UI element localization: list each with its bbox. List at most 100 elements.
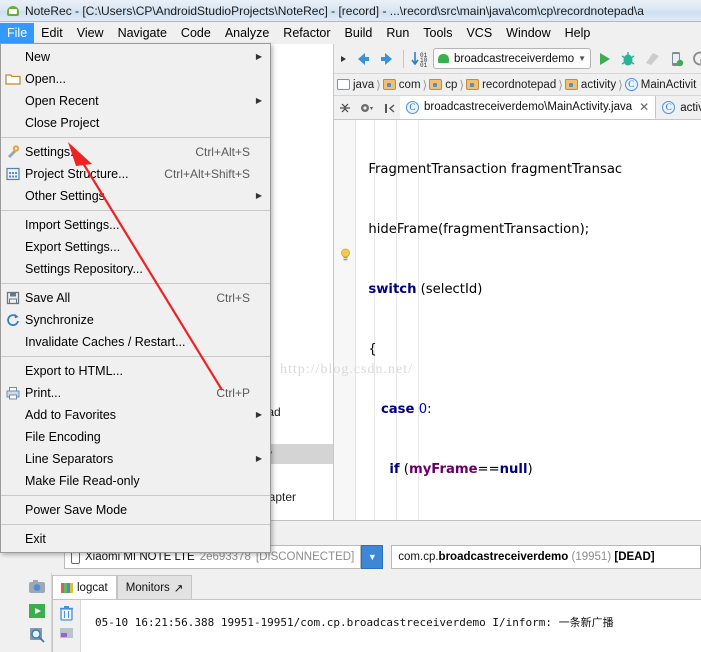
- rerun-icon[interactable]: [689, 48, 701, 70]
- menu-item-print[interactable]: Print... Ctrl+P: [1, 382, 270, 404]
- external-link-icon: ↗: [174, 581, 184, 595]
- arrow-left-icon[interactable]: [352, 48, 374, 70]
- menu-vcs[interactable]: VCS: [459, 23, 499, 43]
- breadcrumb-label: java: [353, 79, 374, 91]
- breadcrumb-item-java[interactable]: java: [337, 79, 374, 91]
- menu-item-settings-repository[interactable]: Settings Repository...: [1, 258, 270, 280]
- menu-item-export-settings[interactable]: Export Settings...: [1, 236, 270, 258]
- svg-text:01: 01: [420, 62, 428, 69]
- android-robot-icon: [437, 52, 450, 65]
- menu-edit[interactable]: Edit: [34, 23, 70, 43]
- menu-item-label: Power Save Mode: [25, 503, 127, 517]
- run-configuration-selector[interactable]: broadcastreceiverdemo ▼: [433, 48, 591, 69]
- window-title: NoteRec - [C:\Users\CP\AndroidStudioProj…: [25, 4, 644, 18]
- editor-tab-activity[interactable]: C activity: [656, 96, 701, 119]
- layout-inspector-icon[interactable]: [27, 625, 47, 645]
- menu-item-save-all[interactable]: Save All Ctrl+S: [1, 287, 270, 309]
- menu-item-label: Export Settings...: [25, 240, 120, 254]
- menu-tools[interactable]: Tools: [416, 23, 459, 43]
- menu-item-other-settings[interactable]: Other Settings ▶: [1, 185, 270, 207]
- breadcrumb-item-com[interactable]: com: [383, 79, 421, 91]
- sort-numeric-icon[interactable]: 01 10 01: [409, 48, 431, 70]
- tab-logcat[interactable]: logcat: [52, 575, 117, 599]
- monitor-tab-bar: logcat Monitors ↗: [52, 573, 701, 599]
- menu-run[interactable]: Run: [379, 23, 416, 43]
- attach-debugger-icon[interactable]: [665, 48, 687, 70]
- breadcrumb-separator-icon: ⟩: [423, 78, 428, 92]
- menu-file[interactable]: File: [0, 23, 34, 43]
- menu-code[interactable]: Code: [174, 23, 218, 43]
- menu-item-make-file-read-only[interactable]: Make File Read-only: [1, 470, 270, 492]
- menu-view[interactable]: View: [70, 23, 111, 43]
- chevron-down-icon[interactable]: ▼: [361, 545, 383, 569]
- screen-record-play-icon[interactable]: [27, 601, 47, 621]
- settings-gear-icon[interactable]: [356, 96, 378, 119]
- lightbulb-intention-icon[interactable]: [340, 248, 351, 261]
- menu-analyze[interactable]: Analyze: [218, 23, 276, 43]
- menu-item-invalidate-caches[interactable]: Invalidate Caches / Restart...: [1, 331, 270, 353]
- menu-item-export-to-html[interactable]: Export to HTML...: [1, 360, 270, 382]
- menu-item-synchronize[interactable]: Synchronize: [1, 309, 270, 331]
- menu-build[interactable]: Build: [338, 23, 380, 43]
- breadcrumb-item-mainactivity[interactable]: C MainActivit: [625, 78, 697, 91]
- menu-item-new[interactable]: New ▶: [1, 46, 270, 68]
- menu-refactor[interactable]: Refactor: [276, 23, 337, 43]
- menu-item-line-separators[interactable]: Line Separators ▶: [1, 448, 270, 470]
- code-line: {: [356, 340, 701, 360]
- screenshot-camera-icon[interactable]: [27, 577, 47, 597]
- run-play-icon[interactable]: [593, 48, 615, 70]
- log-entry: 05-10 16:21:56.388 19951-19951/com.cp.br…: [95, 614, 614, 630]
- menu-item-file-encoding[interactable]: File Encoding: [1, 426, 270, 448]
- menu-item-label: Exit: [25, 532, 46, 546]
- menu-item-open[interactable]: Open...: [1, 68, 270, 90]
- menu-item-settings[interactable]: Settings... Ctrl+Alt+S: [1, 141, 270, 163]
- menu-item-import-settings[interactable]: Import Settings...: [1, 214, 270, 236]
- breadcrumb-item-cp[interactable]: cp: [429, 79, 457, 91]
- tab-label: Monitors: [126, 582, 170, 594]
- run-coverage-icon[interactable]: [641, 48, 663, 70]
- menu-navigate[interactable]: Navigate: [111, 23, 174, 43]
- file-menu-dropdown: New ▶ Open... Open Recent ▶ Close Projec…: [0, 43, 271, 553]
- scroll-end-icon[interactable]: [59, 626, 74, 642]
- menu-window[interactable]: Window: [499, 23, 557, 43]
- debug-bug-icon[interactable]: [617, 48, 639, 70]
- tab-monitors[interactable]: Monitors ↗: [117, 575, 193, 599]
- code-line: if (myFrame==null): [356, 460, 701, 480]
- logcat-output[interactable]: 05-10 16:21:56.388 19951-19951/com.cp.br…: [52, 599, 701, 652]
- collapse-all-icon[interactable]: [378, 96, 400, 119]
- menu-item-exit[interactable]: Exit: [1, 528, 270, 550]
- submenu-arrow-icon: ▶: [256, 448, 262, 470]
- menu-item-open-recent[interactable]: Open Recent ▶: [1, 90, 270, 112]
- menu-separator: [1, 210, 270, 211]
- editor-region: 01 10 01 broadcastreceiverdemo ▼: [334, 44, 701, 520]
- close-icon[interactable]: ✕: [639, 100, 649, 114]
- editor-tab-mainactivity[interactable]: C broadcastreceiverdemo\MainActivity.jav…: [400, 96, 656, 119]
- folder-icon: [429, 79, 442, 90]
- menu-item-shortcut: Ctrl+S: [216, 287, 250, 309]
- menu-item-label: Settings Repository...: [25, 262, 143, 276]
- code-lines[interactable]: FragmentTransaction fragmentTransac hide…: [356, 120, 701, 520]
- menu-item-shortcut: Ctrl+P: [216, 382, 250, 404]
- menu-item-project-structure[interactable]: Project Structure... Ctrl+Alt+Shift+S: [1, 163, 270, 185]
- breadcrumb-separator-icon: ⟩: [558, 78, 563, 92]
- toolbar-divider: [403, 50, 404, 68]
- sync-icon: [5, 312, 21, 328]
- menu-item-add-to-favorites[interactable]: Add to Favorites ▶: [1, 404, 270, 426]
- folder-icon: [5, 71, 21, 87]
- arrow-right-icon[interactable]: [376, 48, 398, 70]
- menu-item-label: Open Recent: [25, 94, 99, 108]
- code-editor[interactable]: FragmentTransaction fragmentTransac hide…: [334, 120, 701, 520]
- collapse-strip-icon[interactable]: [338, 48, 350, 70]
- trash-clear-icon[interactable]: [59, 605, 74, 621]
- editor-tab-bar: C broadcastreceiverdemo\MainActivity.jav…: [334, 96, 701, 120]
- menu-item-power-save-mode[interactable]: Power Save Mode: [1, 499, 270, 521]
- editor-gutter[interactable]: [334, 120, 356, 520]
- menu-help[interactable]: Help: [558, 23, 598, 43]
- breadcrumb-label: cp: [445, 79, 457, 91]
- menu-item-close-project[interactable]: Close Project: [1, 112, 270, 134]
- breadcrumb-item-activity[interactable]: activity: [565, 79, 616, 91]
- breadcrumb-item-recordnotepad[interactable]: recordnotepad: [466, 79, 556, 91]
- menu-item-label: File Encoding: [25, 430, 101, 444]
- process-selector[interactable]: com.cp.broadcastreceiverdemo (19951) [DE…: [391, 545, 701, 569]
- expand-collapse-icon[interactable]: [334, 96, 356, 119]
